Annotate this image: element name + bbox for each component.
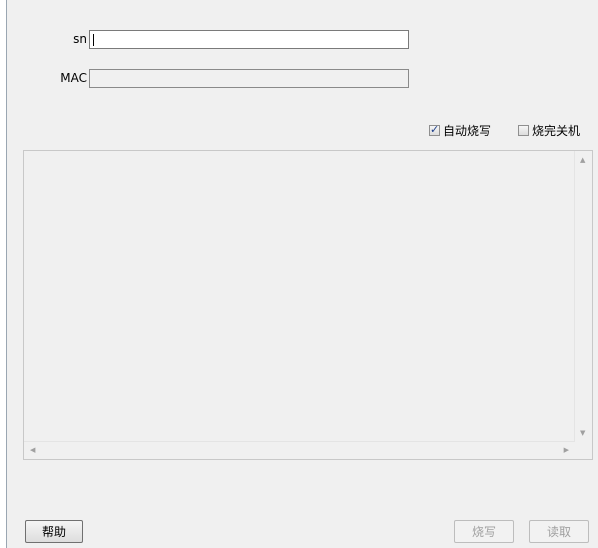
scroll-corner <box>575 442 592 459</box>
auto-burn-label: 自动烧写 <box>443 124 492 138</box>
shutdown-check-indicator[interactable] <box>518 125 529 136</box>
auto-burn-check-indicator[interactable] <box>429 123 440 136</box>
help-button[interactable]: 帮助 <box>25 520 83 543</box>
scroll-right-arrow-icon[interactable]: ▶ <box>564 447 569 454</box>
read-button[interactable]: 读取 <box>529 520 589 543</box>
scroll-down-arrow-icon[interactable]: ▼ <box>580 430 585 437</box>
shutdown-label: 烧完关机 <box>532 124 581 138</box>
log-output-area[interactable]: ▲ ▼ ◀ ▶ <box>23 150 593 460</box>
text-caret <box>93 34 94 46</box>
auto-burn-checkbox[interactable]: 自动烧写 <box>429 122 491 139</box>
scroll-up-arrow-icon[interactable]: ▲ <box>580 157 585 164</box>
vertical-scrollbar[interactable]: ▲ ▼ <box>574 151 592 443</box>
shutdown-after-burn-checkbox[interactable]: 烧完关机 <box>518 122 580 139</box>
horizontal-scrollbar[interactable]: ◀ ▶ <box>24 441 575 459</box>
mac-input[interactable] <box>89 69 409 88</box>
mac-label: MAC <box>60 71 87 85</box>
burn-button[interactable]: 烧写 <box>454 520 514 543</box>
scroll-left-arrow-icon[interactable]: ◀ <box>30 447 35 454</box>
sn-label: sn <box>73 32 87 46</box>
app-window: sn MAC 自动烧写 烧完关机 ▲ ▼ ◀ ▶ 帮助 烧写 读取 <box>7 0 598 548</box>
sn-input[interactable] <box>89 30 409 49</box>
